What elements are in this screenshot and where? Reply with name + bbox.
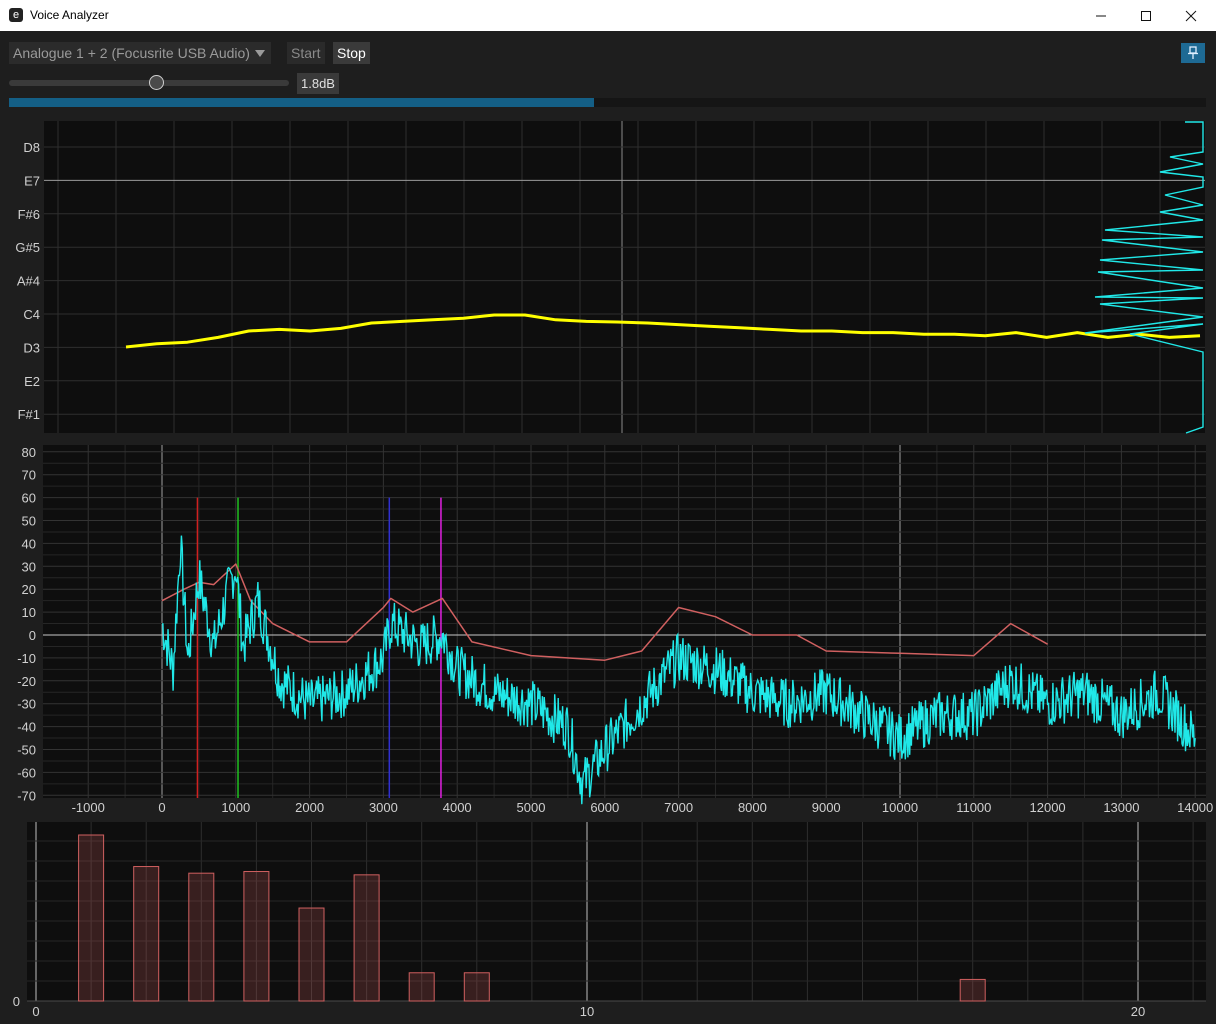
- spectrum-chart[interactable]: -1000 0 1000 2000 3000 4000 5000 6000 7000 8000 90…: [0, 442, 1216, 818]
- harmonics-panel: 0 10 20 0: [0, 820, 1216, 1024]
- y-tick-label: C4: [23, 307, 40, 322]
- gain-value: 1.8dB: [297, 73, 339, 94]
- x-tick-label: 8000: [738, 800, 767, 815]
- window-title: Voice Analyzer: [30, 8, 109, 22]
- x-tick-label: 0: [158, 800, 165, 815]
- y-tick-label: F#1: [18, 407, 40, 422]
- pin-button[interactable]: [1181, 43, 1205, 63]
- harmonic-bar: [188, 872, 215, 1002]
- spectrum-panel: -1000 0 1000 2000 3000 4000 5000 6000 7000 8000 90…: [0, 442, 1216, 818]
- y-tick-label: 50: [22, 514, 36, 529]
- y-tick-label: 20: [22, 582, 36, 597]
- input-level-fill: [9, 98, 595, 107]
- y-tick-label: 40: [22, 536, 36, 551]
- harmonic-bar: [298, 907, 325, 1002]
- title-bar: e Voice Analyzer: [0, 0, 1216, 31]
- chevron-down-icon: [255, 50, 265, 57]
- x-tick-label: 10000: [882, 800, 918, 815]
- minimize-icon: [1096, 15, 1106, 16]
- y-tick-label: D3: [23, 340, 40, 355]
- maximize-button[interactable]: [1123, 0, 1169, 31]
- y-tick-label: 0: [13, 994, 20, 1009]
- input-level-meter: [9, 98, 1206, 107]
- x-tick-label: 0: [32, 1004, 39, 1019]
- x-tick-label: 4000: [443, 800, 472, 815]
- y-tick-label: -10: [17, 651, 36, 666]
- y-tick-label: 30: [22, 559, 36, 574]
- harmonic-bar: [959, 978, 986, 1002]
- harmonics-chart[interactable]: 0 10 20 0: [0, 820, 1216, 1024]
- y-tick-label: 10: [22, 605, 36, 620]
- harmonic-bar: [243, 871, 270, 1002]
- x-tick-label: 7000: [664, 800, 693, 815]
- y-tick-label: -20: [17, 674, 36, 689]
- y-tick-label: 0: [29, 628, 36, 643]
- pitch-plot-area: [44, 121, 1205, 433]
- pitch-chart[interactable]: D8 E7 F#6 G#5 A#4 C4 D3 E2 F#1: [0, 112, 1216, 440]
- close-button[interactable]: [1168, 0, 1214, 31]
- close-icon: [1185, 10, 1197, 21]
- stop-button[interactable]: Stop: [333, 42, 370, 64]
- device-select-value: Analogue 1 + 2 (Focusrite USB Audio): [13, 45, 250, 61]
- y-tick-label: -30: [17, 697, 36, 712]
- x-tick-label: -1000: [72, 800, 105, 815]
- y-tick-label: 80: [22, 445, 36, 460]
- minimize-button[interactable]: [1078, 0, 1124, 31]
- y-tick-label: F#6: [18, 207, 40, 222]
- y-tick-label: -40: [17, 720, 36, 735]
- x-tick-label: 11000: [956, 800, 991, 815]
- y-tick-label: D8: [23, 140, 40, 155]
- y-tick-label: 60: [22, 491, 36, 506]
- x-tick-label: 12000: [1030, 800, 1066, 815]
- x-tick-label: 10: [580, 1004, 594, 1019]
- x-tick-label: 13000: [1103, 800, 1139, 815]
- x-tick-label: 20: [1131, 1004, 1145, 1019]
- device-select[interactable]: Analogue 1 + 2 (Focusrite USB Audio): [9, 42, 271, 64]
- harmonic-bar: [408, 972, 435, 1002]
- app-icon: e: [9, 8, 23, 22]
- pin-icon: [1188, 46, 1198, 59]
- y-tick-label: -60: [17, 765, 36, 780]
- x-tick-label: 5000: [517, 800, 546, 815]
- x-tick-label: 6000: [590, 800, 619, 815]
- maximize-icon: [1141, 10, 1151, 21]
- y-tick-label: E7: [24, 173, 40, 188]
- y-tick-label: E2: [24, 374, 40, 389]
- harmonic-bar: [353, 874, 380, 1002]
- x-tick-label: 1000: [221, 800, 250, 815]
- x-tick-label: 3000: [369, 800, 398, 815]
- x-tick-label: 2000: [295, 800, 324, 815]
- y-tick-label: 70: [22, 468, 36, 483]
- y-tick-label: G#5: [15, 240, 40, 255]
- x-tick-label: 9000: [812, 800, 841, 815]
- harmonic-bar: [463, 972, 490, 1002]
- start-button[interactable]: Start: [287, 42, 325, 64]
- y-tick-label: -50: [17, 743, 36, 758]
- harmonic-bar: [133, 866, 160, 1002]
- harmonic-bar: [78, 834, 105, 1002]
- x-tick-label: 14000: [1177, 800, 1213, 815]
- y-tick-label: -70: [17, 788, 36, 803]
- pitch-panel: D8 E7 F#6 G#5 A#4 C4 D3 E2 F#1: [0, 112, 1216, 440]
- y-tick-label: A#4: [17, 274, 40, 289]
